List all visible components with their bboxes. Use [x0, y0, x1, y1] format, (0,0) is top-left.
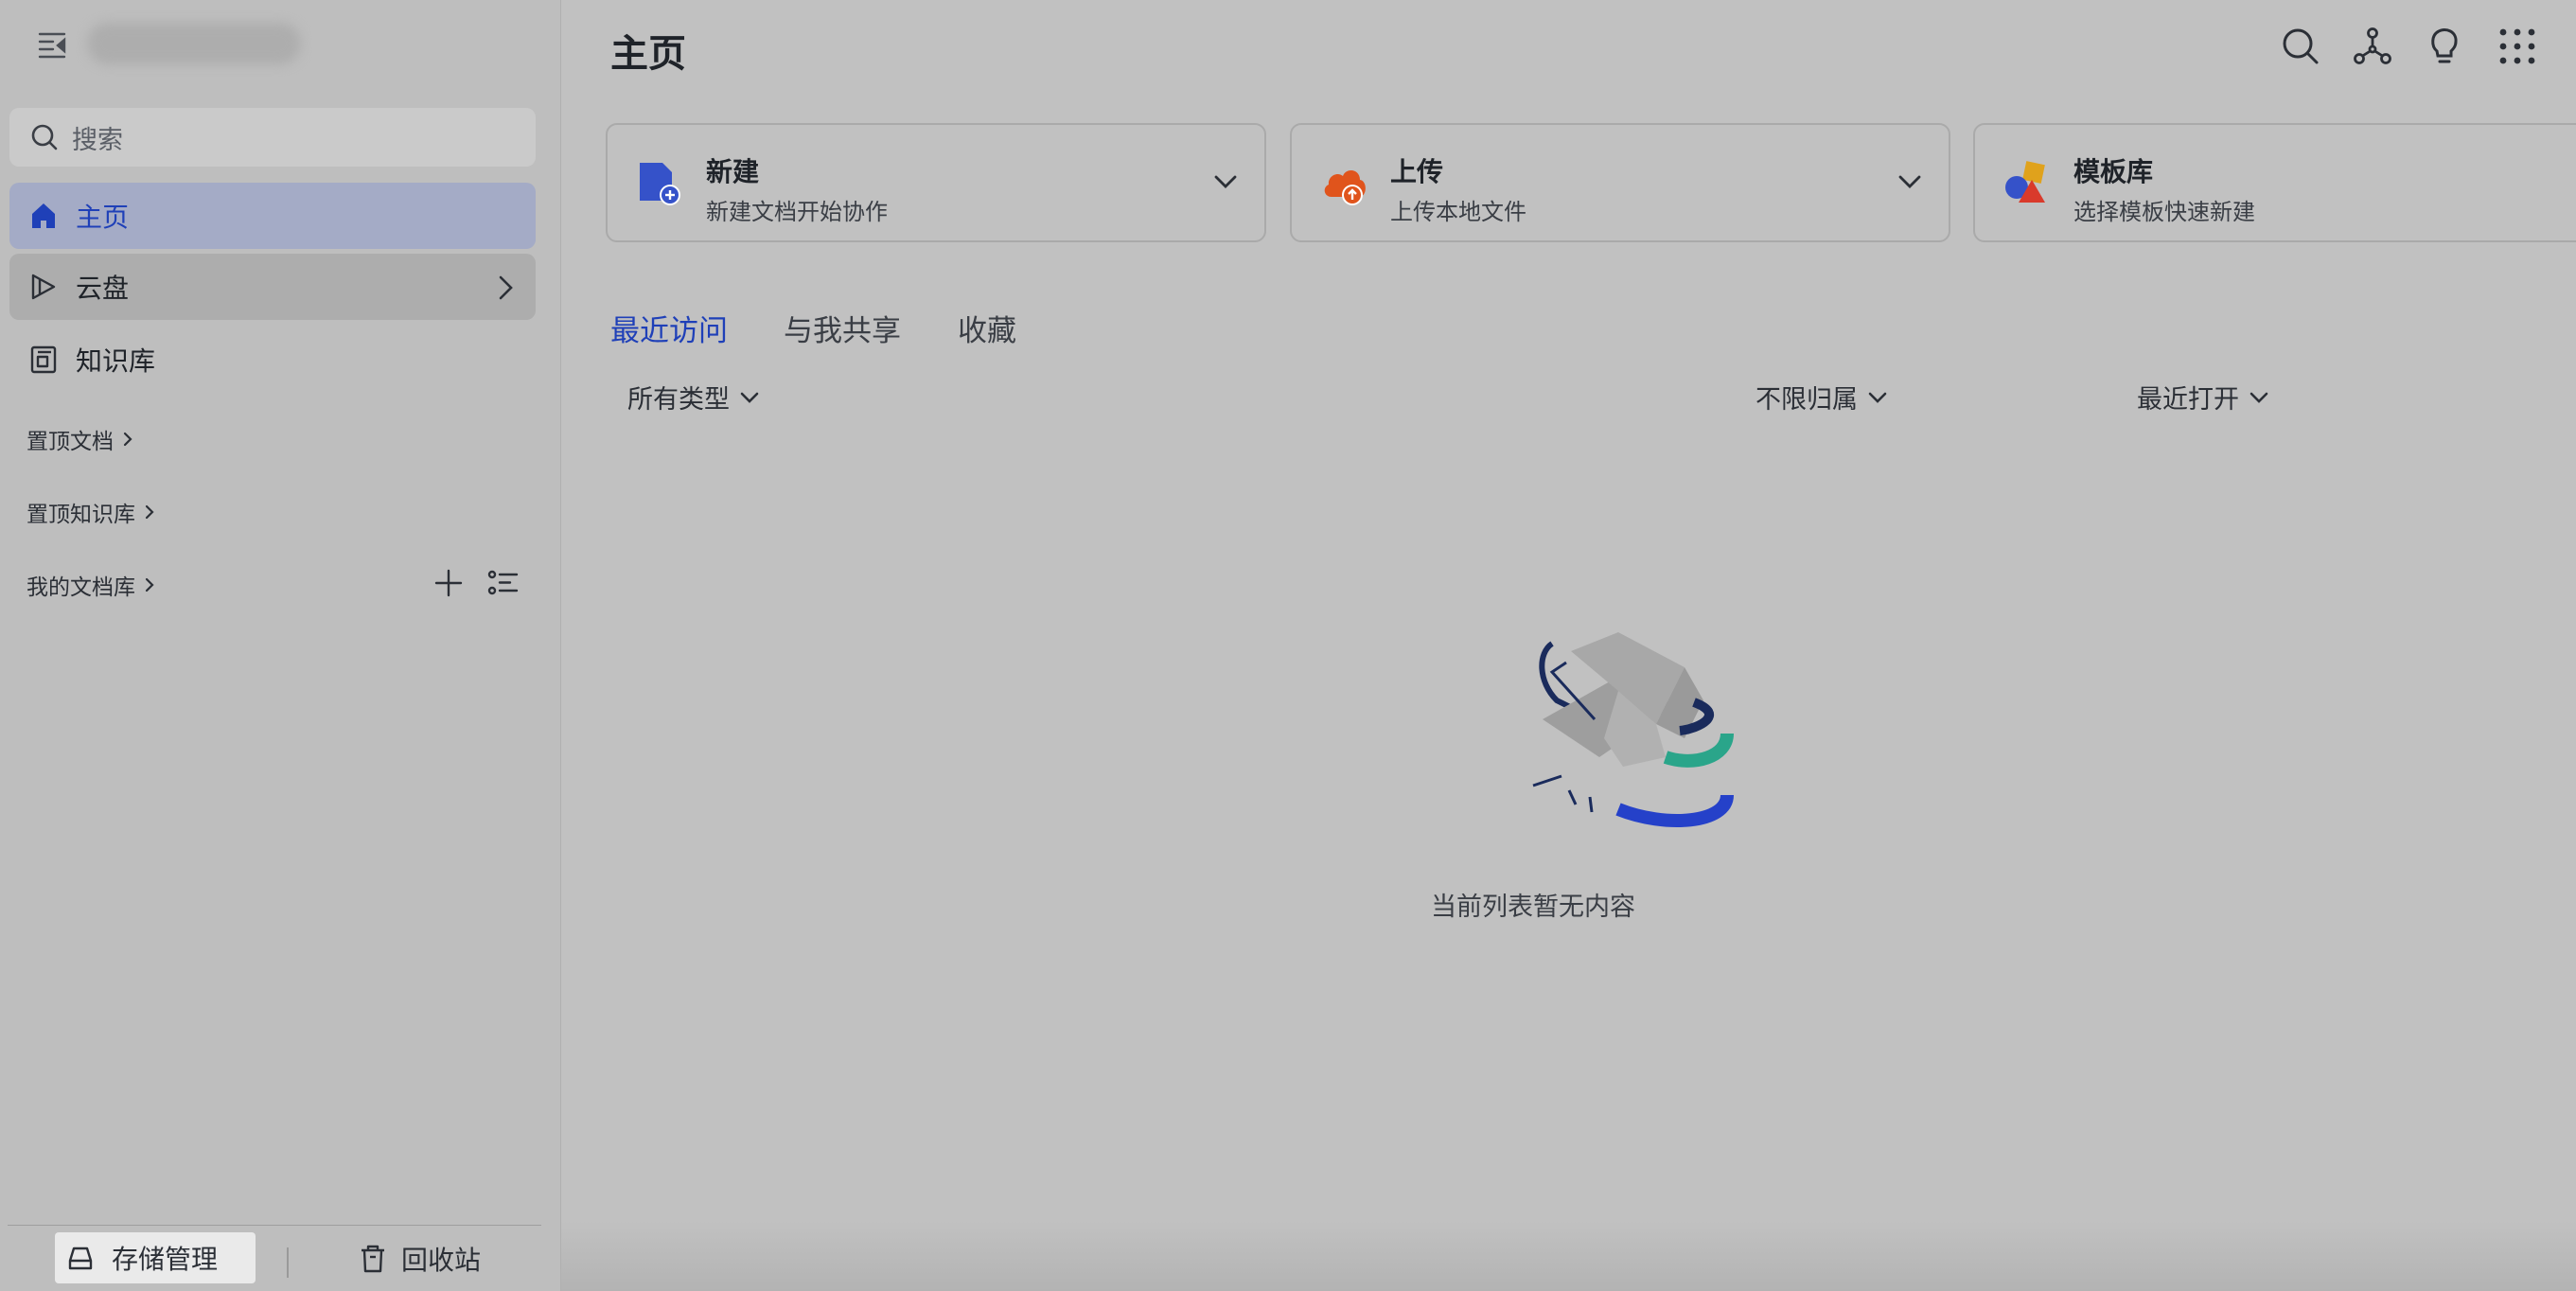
filter-label: 最近打开: [2137, 385, 2239, 415]
chevron-right-icon: [145, 577, 154, 592]
list-icon[interactable]: [487, 568, 520, 598]
template-icon: [2005, 161, 2045, 203]
plus-icon[interactable]: [433, 568, 464, 598]
template-library-card[interactable]: 模板库 选择模板快速新建: [1973, 123, 2576, 242]
bottom-shadow: [561, 1221, 2576, 1291]
chevron-down-icon[interactable]: [1213, 172, 1238, 191]
new-doc-icon: [640, 163, 680, 205]
chevron-down-icon[interactable]: [1897, 172, 1922, 191]
nav-item-label: 云盘: [76, 273, 130, 304]
card-subtitle: 新建文档开始协作: [706, 199, 888, 225]
trash-label: 回收站: [401, 1245, 482, 1276]
card-title: 上传: [1390, 156, 1444, 187]
sort-dropdown[interactable]: 最近打开: [2137, 379, 2269, 416]
storage-icon: [68, 1247, 93, 1270]
section-label: 我的文档库: [26, 575, 135, 600]
tab-favorites[interactable]: 收藏: [958, 307, 1016, 349]
section-label: 置顶文档: [26, 430, 114, 454]
network-icon[interactable]: [2353, 27, 2392, 66]
search-icon: [31, 124, 58, 150]
chevron-down-icon: [740, 392, 759, 403]
lightbulb-icon[interactable]: [2425, 27, 2464, 66]
chevron-right-icon: [145, 504, 154, 520]
card-subtitle: 上传本地文件: [1390, 199, 1526, 225]
filter-type-dropdown[interactable]: 所有类型: [627, 379, 760, 416]
apps-grid-icon[interactable]: [2497, 27, 2537, 66]
upload-card[interactable]: 上传 上传本地文件: [1290, 123, 1950, 242]
nav-item-label: 主页: [76, 202, 130, 233]
nav-item-home[interactable]: 主页: [9, 183, 536, 249]
new-document-card[interactable]: 新建 新建文档开始协作: [606, 123, 1266, 242]
trash-icon: [362, 1245, 384, 1273]
chevron-down-icon: [2250, 392, 2268, 403]
section-pinned-docs[interactable]: 置顶文档: [26, 423, 134, 455]
chevron-right-icon: [499, 275, 513, 300]
account-name-blurred[interactable]: [87, 23, 301, 64]
section-label: 置顶知识库: [26, 503, 135, 527]
knowledge-base-icon: [30, 345, 57, 374]
section-pinned-knowledge-base[interactable]: 置顶知识库: [26, 496, 156, 528]
divider: [287, 1247, 289, 1278]
nav-item-knowledge-base[interactable]: 知识库: [9, 327, 536, 393]
storage-label: 存储管理: [112, 1244, 219, 1275]
card-title: 新建: [706, 156, 760, 187]
home-icon: [32, 203, 55, 228]
sidebar-search[interactable]: 搜索: [9, 108, 536, 167]
trash-button[interactable]: 回收站: [360, 1240, 481, 1278]
empty-state-text: 当前列表暂无内容: [1431, 893, 1635, 922]
filter-label: 所有类型: [627, 385, 730, 415]
section-my-library[interactable]: 我的文档库: [26, 569, 156, 601]
search-placeholder: 搜索: [72, 125, 123, 155]
card-title: 模板库: [2073, 156, 2154, 187]
sidebar: 搜索 主页 云盘 知识库 置顶文档 置顶知识库 我的文档库 存储管理 回收站: [0, 0, 561, 1291]
nav-item-label: 知识库: [76, 345, 156, 377]
divider: [8, 1225, 541, 1226]
page-title: 主页: [610, 32, 686, 76]
storage-management-button[interactable]: 存储管理: [55, 1232, 256, 1283]
search-icon[interactable]: [2281, 27, 2320, 66]
chevron-right-icon: [123, 432, 132, 447]
filter-label: 不限归属: [1756, 385, 1858, 415]
upload-cloud-icon: [1324, 170, 1366, 205]
collapse-sidebar-icon[interactable]: [36, 28, 68, 61]
cloud-drive-icon: [31, 274, 56, 300]
filter-owner-dropdown[interactable]: 不限归属: [1756, 379, 1888, 416]
tab-shared-with-me[interactable]: 与我共享: [784, 307, 901, 349]
empty-box-illustration: [1532, 632, 1734, 827]
card-subtitle: 选择模板快速新建: [2073, 199, 2255, 225]
tab-recent[interactable]: 最近访问: [610, 307, 728, 349]
nav-item-cloud-drive[interactable]: 云盘: [9, 254, 536, 320]
chevron-down-icon: [1868, 392, 1887, 403]
